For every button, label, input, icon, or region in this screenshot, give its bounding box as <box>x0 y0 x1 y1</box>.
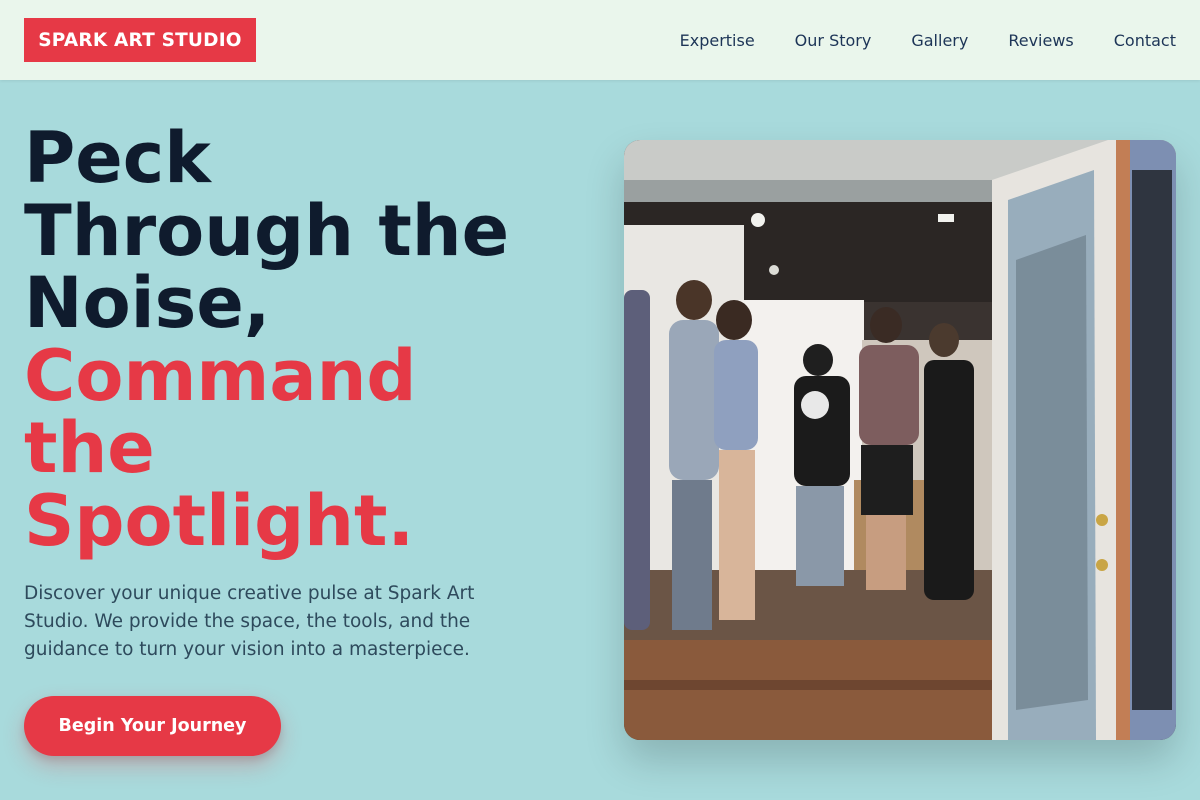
nav-link-our-story[interactable]: Our Story <box>795 31 872 50</box>
nav-link-gallery[interactable]: Gallery <box>911 31 968 50</box>
nav-link-reviews[interactable]: Reviews <box>1008 31 1073 50</box>
brand-logo[interactable]: SPARK ART STUDIO <box>24 18 256 62</box>
hero-title-accent-line: the <box>24 407 155 489</box>
nav-link-contact[interactable]: Contact <box>1114 31 1176 50</box>
nav-links: Expertise Our Story Gallery Reviews Cont… <box>640 0 1176 80</box>
hero-title-line: Noise, <box>24 262 271 344</box>
hero-description: Discover your unique creative pulse at S… <box>24 583 475 660</box>
hero-image <box>624 140 1176 740</box>
hero-title-accent-line: Spotlight. <box>24 479 415 562</box>
hero-title-accent-line: Command <box>24 334 417 417</box>
navbar: SPARK ART STUDIO Expertise Our Story Gal… <box>0 0 1200 80</box>
nav-link-expertise[interactable]: Expertise <box>680 31 755 50</box>
hero-title-line: Through the <box>24 189 510 272</box>
hero-title-line: Peck <box>24 117 211 199</box>
begin-journey-button[interactable]: Begin Your Journey <box>24 696 281 756</box>
hero-title: Peck Through the Noise, Command the Spot… <box>24 122 584 557</box>
